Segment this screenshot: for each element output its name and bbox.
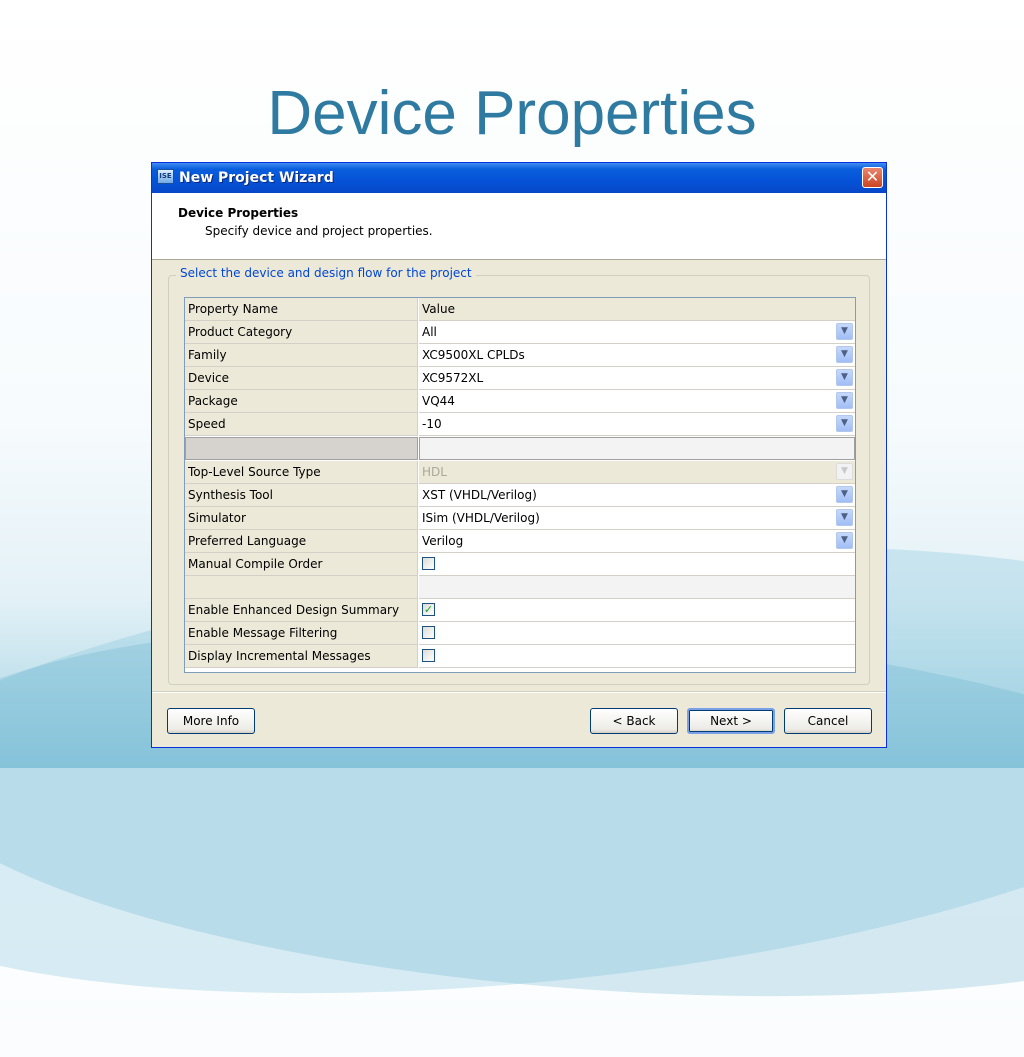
speed-select[interactable]: -10 ▼ — [419, 413, 855, 436]
property-value: All — [422, 325, 437, 339]
wizard-header: Device Properties Specify device and pro… — [152, 193, 886, 260]
chevron-down-icon[interactable]: ▼ — [836, 415, 853, 432]
property-value: HDL — [422, 465, 447, 479]
property-value: XC9500XL CPLDs — [422, 348, 525, 362]
column-header-property-name: Property Name — [185, 298, 418, 321]
property-grid: Property Name Value Product Category All… — [184, 297, 856, 673]
ise-app-icon: ISE — [157, 169, 174, 184]
property-name: Top-Level Source Type — [185, 461, 418, 484]
property-name: Manual Compile Order — [185, 553, 418, 576]
window-titlebar[interactable]: ISE New Project Wizard ✕ — [152, 163, 886, 193]
table-row: Display Incremental Messages — [185, 645, 855, 668]
message-filtering-checkbox[interactable] — [422, 626, 435, 639]
family-select[interactable]: XC9500XL CPLDs ▼ — [419, 344, 855, 367]
top-level-source-type-select: HDL ▼ — [419, 461, 855, 484]
package-select[interactable]: VQ44 ▼ — [419, 390, 855, 413]
property-name: Display Incremental Messages — [185, 645, 418, 668]
window-title: New Project Wizard — [179, 170, 334, 186]
cancel-button[interactable]: Cancel — [784, 708, 872, 734]
product-category-select[interactable]: All ▼ — [419, 321, 855, 344]
property-name: Product Category — [185, 321, 418, 344]
property-value: ISim (VHDL/Verilog) — [422, 511, 540, 525]
separator-cell — [185, 437, 418, 460]
table-row: Top-Level Source Type HDL ▼ — [185, 461, 855, 484]
more-info-button[interactable]: More Info — [167, 708, 255, 734]
property-name: Preferred Language — [185, 530, 418, 553]
property-name: Enable Enhanced Design Summary — [185, 599, 418, 622]
property-name: Enable Message Filtering — [185, 622, 418, 645]
property-name: Package — [185, 390, 418, 413]
incremental-messages-checkbox[interactable] — [422, 649, 435, 662]
enhanced-design-summary-cell: ✓ — [419, 599, 855, 622]
chevron-down-icon[interactable]: ▼ — [836, 532, 853, 549]
new-project-wizard-window: ISE New Project Wizard ✕ Device Properti… — [151, 162, 887, 748]
blank-cell — [419, 576, 855, 599]
chevron-down-icon[interactable]: ▼ — [836, 509, 853, 526]
table-row: Enable Message Filtering — [185, 622, 855, 645]
table-row: Enable Enhanced Design Summary ✓ — [185, 599, 855, 622]
device-select[interactable]: XC9572XL ▼ — [419, 367, 855, 390]
table-row: Synthesis Tool XST (VHDL/Verilog) ▼ — [185, 484, 855, 507]
wizard-page-subtitle: Specify device and project properties. — [205, 224, 433, 238]
manual-compile-order-cell — [419, 553, 855, 576]
message-filtering-cell — [419, 622, 855, 645]
property-name: Speed — [185, 413, 418, 436]
property-name: Simulator — [185, 507, 418, 530]
chevron-down-icon[interactable]: ▼ — [836, 323, 853, 340]
property-value: Verilog — [422, 534, 464, 548]
table-row: Device XC9572XL ▼ — [185, 367, 855, 390]
next-button[interactable]: Next > — [687, 708, 775, 734]
synthesis-tool-select[interactable]: XST (VHDL/Verilog) ▼ — [419, 484, 855, 507]
chevron-down-icon[interactable]: ▼ — [836, 346, 853, 363]
separator-cell — [419, 437, 855, 460]
chevron-down-icon[interactable]: ▼ — [836, 392, 853, 409]
simulator-select[interactable]: ISim (VHDL/Verilog) ▼ — [419, 507, 855, 530]
chevron-down-icon[interactable]: ▼ — [836, 369, 853, 386]
manual-compile-order-checkbox[interactable] — [422, 557, 435, 570]
table-row: Package VQ44 ▼ — [185, 390, 855, 413]
close-button[interactable]: ✕ — [862, 167, 883, 188]
groupbox-legend: Select the device and design flow for th… — [176, 266, 476, 280]
blank-cell — [185, 576, 418, 599]
blank-row — [185, 576, 855, 599]
footer-divider — [152, 691, 886, 693]
property-value: VQ44 — [422, 394, 455, 408]
table-row: Manual Compile Order — [185, 553, 855, 576]
property-name: Device — [185, 367, 418, 390]
property-name: Synthesis Tool — [185, 484, 418, 507]
back-button[interactable]: < Back — [590, 708, 678, 734]
table-row: Preferred Language Verilog ▼ — [185, 530, 855, 553]
chevron-down-icon: ▼ — [836, 463, 853, 480]
property-value: XC9572XL — [422, 371, 484, 385]
chevron-down-icon[interactable]: ▼ — [836, 486, 853, 503]
slide-title: Device Properties — [267, 79, 757, 148]
property-value: XST (VHDL/Verilog) — [422, 488, 537, 502]
incremental-messages-cell — [419, 645, 855, 668]
table-row: Family XC9500XL CPLDs ▼ — [185, 344, 855, 367]
property-value: -10 — [422, 417, 442, 431]
wizard-page-title: Device Properties — [178, 206, 299, 220]
table-row: Speed -10 ▼ — [185, 413, 855, 436]
grid-header-row: Property Name Value — [185, 298, 855, 321]
property-name: Family — [185, 344, 418, 367]
separator-row — [185, 437, 855, 460]
preferred-language-select[interactable]: Verilog ▼ — [419, 530, 855, 553]
enhanced-design-summary-checkbox[interactable]: ✓ — [422, 603, 435, 616]
table-row: Product Category All ▼ — [185, 321, 855, 344]
column-header-value: Value — [419, 298, 855, 321]
table-row: Simulator ISim (VHDL/Verilog) ▼ — [185, 507, 855, 530]
